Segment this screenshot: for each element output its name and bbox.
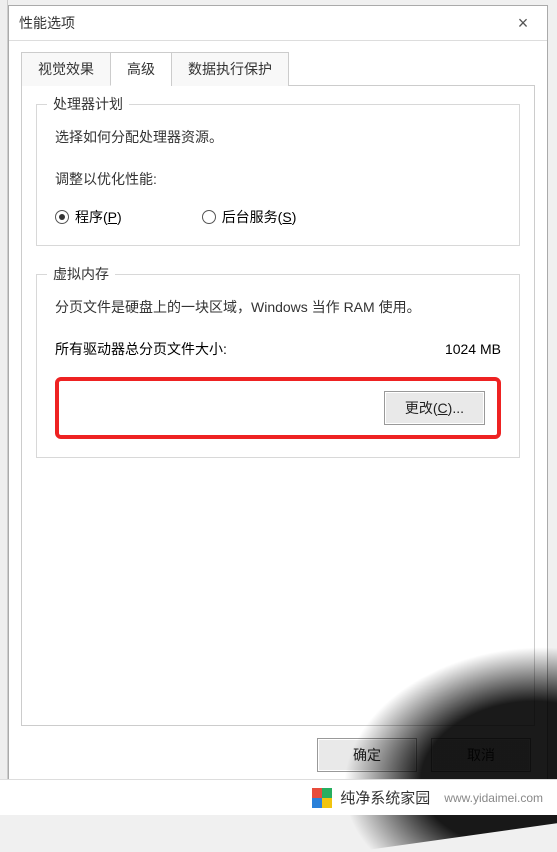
- close-button[interactable]: ×: [509, 12, 537, 34]
- processor-scheduling-group: 处理器计划 选择如何分配处理器资源。 调整以优化性能: 程序(P) 后台服务(S…: [36, 104, 520, 246]
- watermark-url: www.yidaimei.com: [444, 791, 543, 805]
- change-button-highlight: 更改(C)...: [55, 377, 501, 439]
- radio-row: 程序(P) 后台服务(S): [55, 207, 501, 227]
- processor-desc: 选择如何分配处理器资源。: [55, 127, 501, 147]
- content-area: 视觉效果 高级 数据执行保护 处理器计划 选择如何分配处理器资源。 调整以优化性…: [9, 41, 547, 726]
- radio-programs-label: 程序(P): [75, 207, 122, 227]
- radio-background[interactable]: 后台服务(S): [202, 207, 297, 227]
- vm-total-row: 所有驱动器总分页文件大小: 1024 MB: [55, 339, 501, 359]
- close-icon: ×: [518, 14, 529, 32]
- change-button[interactable]: 更改(C)...: [384, 391, 485, 425]
- dialog-footer: 确定 取消: [9, 726, 547, 784]
- watermark-bar: 纯净系统家园 www.yidaimei.com: [0, 779, 557, 815]
- vm-group-legend: 虚拟内存: [47, 264, 115, 284]
- window-title: 性能选项: [19, 13, 75, 33]
- watermark-logo-icon: [312, 788, 332, 808]
- radio-programs[interactable]: 程序(P): [55, 207, 122, 227]
- virtual-memory-group: 虚拟内存 分页文件是硬盘上的一块区域，Windows 当作 RAM 使用。 所有…: [36, 274, 520, 458]
- radio-icon: [55, 210, 69, 224]
- background-edge: [0, 0, 8, 779]
- radio-icon: [202, 210, 216, 224]
- tab-advanced[interactable]: 高级: [110, 52, 172, 86]
- tab-body-advanced: 处理器计划 选择如何分配处理器资源。 调整以优化性能: 程序(P) 后台服务(S…: [21, 86, 535, 726]
- radio-background-label: 后台服务(S): [222, 207, 297, 227]
- cancel-button[interactable]: 取消: [431, 738, 531, 772]
- vm-desc: 分页文件是硬盘上的一块区域，Windows 当作 RAM 使用。: [55, 297, 501, 317]
- vm-total-value: 1024 MB: [445, 341, 501, 357]
- ok-button[interactable]: 确定: [317, 738, 417, 772]
- tab-strip: 视觉效果 高级 数据执行保护: [21, 51, 535, 86]
- performance-options-window: 性能选项 × 视觉效果 高级 数据执行保护 处理器计划 选择如何分配处理器资源。…: [8, 5, 548, 785]
- watermark-brand: 纯净系统家园: [340, 787, 430, 808]
- vm-total-label: 所有驱动器总分页文件大小:: [55, 339, 227, 359]
- adjust-label: 调整以优化性能:: [55, 169, 501, 189]
- tab-dep[interactable]: 数据执行保护: [171, 52, 289, 86]
- tab-visual-effects[interactable]: 视觉效果: [21, 52, 111, 86]
- processor-group-legend: 处理器计划: [47, 94, 129, 114]
- titlebar: 性能选项 ×: [9, 6, 547, 41]
